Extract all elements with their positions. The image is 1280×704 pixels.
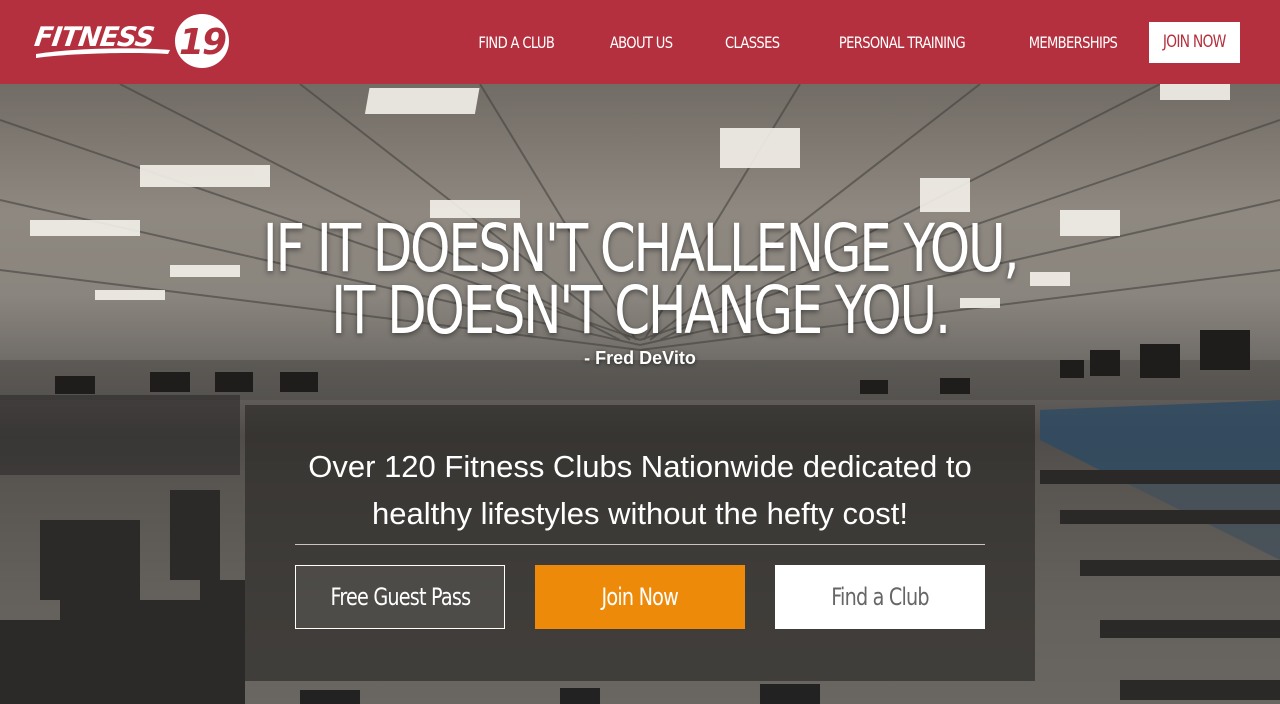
quote-line-1: IF IT DOESN'T CHALLENGE YOU, [262, 210, 1020, 287]
free-guest-pass-button[interactable]: Free Guest Pass [295, 565, 505, 629]
logo-icon: FITNESS 19 [33, 14, 229, 68]
panel-text-line-2: healthy lifestyles without the hefty cos… [372, 496, 908, 531]
site-header: FITNESS 19 FIND A CLUB ABOUT US CLASSES … [0, 0, 1280, 84]
nav-personal-training[interactable]: PERSONAL TRAINING [839, 33, 966, 52]
svg-text:19: 19 [179, 22, 226, 63]
panel-description: Over 120 Fitness Clubs Nationwide dedica… [245, 443, 1035, 537]
nav-about-us[interactable]: ABOUT US [609, 33, 672, 52]
fitness19-logo[interactable]: FITNESS 19 [33, 14, 230, 70]
quote-author: - Fred DeVito [584, 348, 696, 368]
join-now-label: Join Now [601, 583, 679, 611]
panel-text-line-1: Over 120 Fitness Clubs Nationwide dedica… [308, 449, 972, 484]
find-a-club-label: Find a Club [831, 583, 929, 611]
quote-line-2: IT DOESN'T CHANGE YOU. [331, 272, 951, 349]
hero-quote: IF IT DOESN'T CHALLENGE YOU, IT DOESN'T … [0, 210, 1280, 349]
nav-classes[interactable]: CLASSES [725, 33, 780, 52]
info-panel: Over 120 Fitness Clubs Nationwide dedica… [245, 405, 1035, 681]
header-join-now-button[interactable]: JOIN NOW [1149, 21, 1240, 63]
panel-divider [295, 544, 985, 545]
svg-text:FITNESS: FITNESS [34, 22, 156, 53]
header-join-now-label: JOIN NOW [1163, 32, 1227, 52]
join-now-button[interactable]: Join Now [535, 565, 745, 629]
main-nav: FIND A CLUB ABOUT US CLASSES PERSONAL TR… [470, 0, 1240, 84]
find-a-club-button[interactable]: Find a Club [775, 565, 985, 629]
nav-find-a-club[interactable]: FIND A CLUB [478, 33, 555, 52]
free-guest-pass-label: Free Guest Pass [330, 583, 471, 611]
nav-memberships[interactable]: MEMBERSHIPS [1029, 33, 1118, 52]
